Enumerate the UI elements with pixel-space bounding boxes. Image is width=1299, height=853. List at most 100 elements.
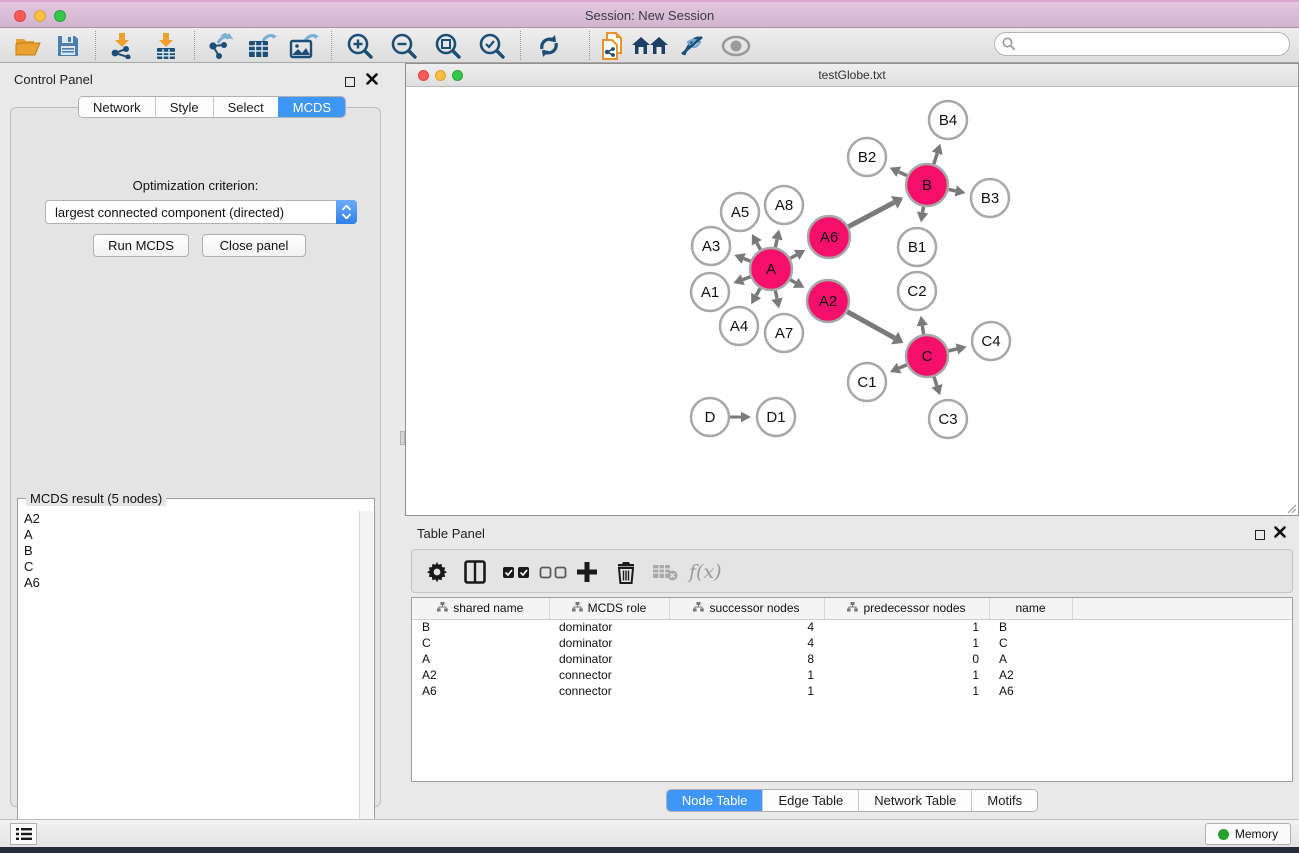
export-network-icon[interactable] — [204, 31, 236, 61]
cell-predecessor-nodes[interactable]: 1 — [824, 667, 989, 683]
tab-select[interactable]: Select — [213, 97, 278, 117]
import-network-icon[interactable] — [106, 31, 138, 61]
column-header-name[interactable]: name — [989, 598, 1072, 619]
tab-edge-table[interactable]: Edge Table — [762, 790, 858, 811]
table-row[interactable]: A2connector11A2 — [412, 667, 1292, 683]
edge-A-A4[interactable] — [756, 288, 760, 295]
edge-B-B3[interactable] — [949, 189, 956, 190]
edge-B-B2[interactable] — [899, 172, 907, 176]
cell-shared-name[interactable]: A6 — [412, 683, 549, 699]
result-item[interactable]: A6 — [24, 575, 358, 591]
table-row[interactable]: Adominator80A — [412, 651, 1292, 667]
result-item[interactable]: A — [24, 527, 358, 543]
select-all-icon[interactable] — [502, 557, 530, 587]
memory-button[interactable]: Memory — [1205, 823, 1291, 845]
cell-successor-nodes[interactable]: 1 — [669, 683, 824, 699]
deselect-all-icon[interactable] — [539, 557, 567, 587]
cell-shared-name[interactable]: A — [412, 651, 549, 667]
close-panel-icon[interactable] — [366, 73, 378, 85]
cell-predecessor-nodes[interactable]: 0 — [824, 651, 989, 667]
show-hide-annotations-icon[interactable] — [720, 31, 752, 61]
cell-predecessor-nodes[interactable]: 1 — [824, 683, 989, 699]
refresh-icon[interactable] — [533, 31, 565, 61]
cell-MCDS-role[interactable]: connector — [549, 683, 669, 699]
cell-successor-nodes[interactable]: 4 — [669, 619, 824, 635]
show-column-icon[interactable] — [464, 557, 486, 587]
edge-A6-B[interactable] — [848, 202, 894, 226]
zoom-out-icon[interactable] — [388, 31, 420, 61]
cell-MCDS-role[interactable]: dominator — [549, 651, 669, 667]
cell-successor-nodes[interactable]: 1 — [669, 667, 824, 683]
close-panel-button[interactable]: Close panel — [202, 234, 306, 257]
column-header-successor-nodes[interactable]: successor nodes — [669, 598, 824, 619]
cell-name[interactable]: A2 — [989, 667, 1072, 683]
column-header-MCDS-role[interactable]: MCDS role — [549, 598, 669, 619]
cell-successor-nodes[interactable]: 4 — [669, 635, 824, 651]
network-window-titlebar[interactable]: testGlobe.txt — [406, 64, 1298, 87]
add-column-icon[interactable] — [576, 557, 598, 587]
tab-network-table[interactable]: Network Table — [858, 790, 971, 811]
tab-node-table[interactable]: Node Table — [667, 790, 763, 811]
edge-B-B1[interactable] — [923, 207, 924, 213]
cell-MCDS-role[interactable]: connector — [549, 667, 669, 683]
result-item[interactable]: A2 — [24, 511, 358, 527]
network-from-file-icon[interactable] — [596, 31, 628, 61]
result-item[interactable]: C — [24, 559, 358, 575]
tab-style[interactable]: Style — [155, 97, 213, 117]
network-canvas[interactable]: B4B2BB3A8A5A6A3B1AA1C2A2A4A7C4CC1C3DD1 — [406, 87, 1298, 515]
result-item[interactable]: B — [24, 543, 358, 559]
resize-grip-icon[interactable] — [1285, 502, 1297, 514]
edge-A-A2[interactable] — [790, 280, 796, 283]
table-row[interactable]: A6connector11A6 — [412, 683, 1292, 699]
splitter-handle[interactable] — [400, 431, 405, 445]
cell-shared-name[interactable]: A2 — [412, 667, 549, 683]
cell-shared-name[interactable]: C — [412, 635, 549, 651]
zoom-selected-icon[interactable] — [476, 31, 508, 61]
edge-C-C2[interactable] — [922, 326, 923, 335]
close-table-panel-icon[interactable] — [1274, 526, 1286, 538]
cell-name[interactable]: C — [989, 635, 1072, 651]
edge-C-C1[interactable] — [899, 365, 907, 368]
tab-network[interactable]: Network — [79, 97, 155, 117]
tab-mcds[interactable]: MCDS — [278, 97, 345, 117]
edge-C-C3[interactable] — [934, 377, 937, 386]
cell-name[interactable]: A — [989, 651, 1072, 667]
table-settings-gear-icon[interactable] — [426, 557, 448, 587]
cell-name[interactable]: B — [989, 619, 1072, 635]
hide-graphics-details-icon[interactable] — [676, 31, 708, 61]
home-layout-icon[interactable] — [630, 31, 670, 61]
edge-A-A8[interactable] — [775, 239, 777, 247]
zoom-fit-icon[interactable] — [432, 31, 464, 61]
edge-A-A7[interactable] — [775, 291, 777, 299]
search-input[interactable] — [994, 32, 1290, 56]
import-table-icon[interactable] — [150, 31, 182, 61]
tab-motifs[interactable]: Motifs — [971, 790, 1037, 811]
zoom-in-icon[interactable] — [344, 31, 376, 61]
node-table[interactable]: shared nameMCDS rolesuccessor nodesprede… — [411, 597, 1293, 782]
criterion-dropdown[interactable]: largest connected component (directed) — [45, 200, 357, 224]
float-table-panel-icon[interactable] — [1255, 527, 1265, 545]
edge-B-B4[interactable] — [934, 153, 937, 164]
edge-A-A3[interactable] — [744, 259, 751, 262]
cell-MCDS-role[interactable]: dominator — [549, 619, 669, 635]
export-table-icon[interactable] — [246, 31, 278, 61]
edge-A-A1[interactable] — [743, 277, 751, 280]
result-scrollbar[interactable] — [359, 511, 373, 837]
cell-shared-name[interactable]: B — [412, 619, 549, 635]
edge-A-A5[interactable] — [757, 243, 761, 250]
column-header-shared-name[interactable]: shared name — [412, 598, 549, 619]
edge-C-C4[interactable] — [948, 349, 957, 351]
delete-table-icon[interactable] — [652, 557, 678, 587]
cell-predecessor-nodes[interactable]: 1 — [824, 619, 989, 635]
delete-column-trash-icon[interactable] — [616, 557, 636, 587]
cell-predecessor-nodes[interactable]: 1 — [824, 635, 989, 651]
table-row[interactable]: Cdominator41C — [412, 635, 1292, 651]
export-image-icon[interactable] — [288, 31, 320, 61]
edge-A2-C[interactable] — [847, 312, 894, 338]
table-row[interactable]: Bdominator41B — [412, 619, 1292, 635]
cell-name[interactable]: A6 — [989, 683, 1072, 699]
column-header-predecessor-nodes[interactable]: predecessor nodes — [824, 598, 989, 619]
open-session-icon[interactable] — [12, 31, 44, 61]
mcds-result-list[interactable]: A2ABCA6 — [19, 511, 358, 837]
task-history-button[interactable] — [10, 823, 37, 845]
